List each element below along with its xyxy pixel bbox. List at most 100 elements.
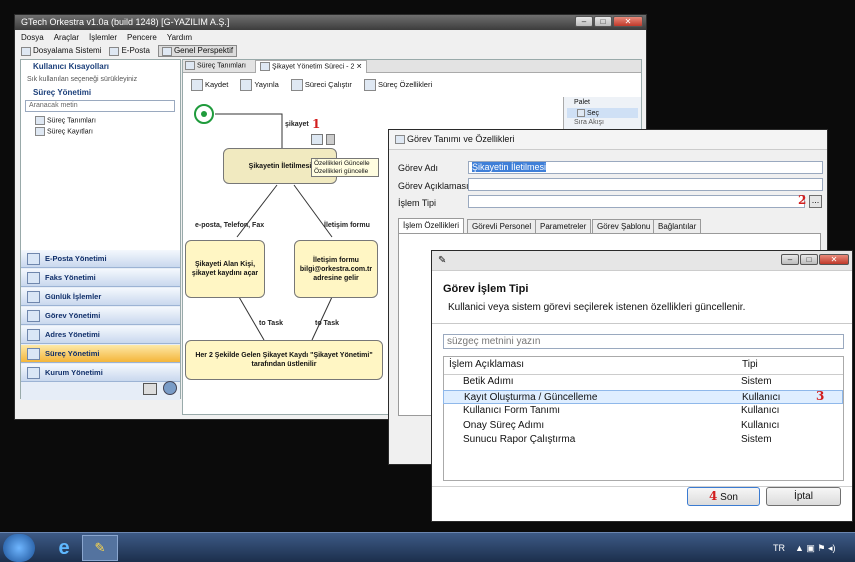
tree-item-surec-tanimlari[interactable]: Süreç Tanımları	[35, 116, 96, 125]
edge-label-left: e-posta, Telefon, Fax	[195, 222, 265, 229]
step-2-marker: 2	[798, 193, 807, 207]
type-input[interactable]	[468, 195, 805, 208]
ok-label: Son	[720, 492, 738, 503]
menu-islemler[interactable]: İşlemler	[89, 33, 117, 42]
node-left[interactable]: Şikayeti Alan Kişi, şikayet kaydını açar	[185, 240, 265, 298]
process-record-icon	[35, 127, 45, 136]
nav-kurum[interactable]: Kurum Yönetimi	[21, 364, 180, 382]
tab-surec-tanimlari[interactable]: Süreç Tanımları	[185, 61, 246, 70]
nav-surec[interactable]: Süreç Yönetimi	[21, 345, 180, 363]
list-row[interactable]: Sunucu Rapor Çalıştırma Sistem	[443, 433, 843, 447]
tab-sikayet-surec[interactable]: Şikayet Yönetim Süreci - 2 ✕	[255, 60, 368, 73]
col-header-type[interactable]: Tipi	[742, 359, 758, 370]
edit-props-icon[interactable]	[311, 134, 323, 145]
node-bottom-line1: Her 2 Şekilde Gelen Şikayet Kaydı "Şikay…	[195, 352, 373, 359]
menu-pencere[interactable]: Pencere	[127, 33, 157, 42]
col-header-name[interactable]: İşlem Açıklaması	[449, 359, 524, 370]
gorev-title-bar[interactable]: Görev Tanımı ve Özellikleri	[389, 130, 827, 150]
app-taskbar-icon[interactable]: ✎	[82, 535, 118, 561]
user-icon[interactable]	[163, 381, 177, 395]
properties-button[interactable]: Süreç Özellikleri	[363, 79, 432, 91]
cancel-button[interactable]: İptal	[766, 487, 841, 506]
tab-gorevli-personel[interactable]: Görevli Personel	[467, 219, 537, 233]
list-row[interactable]: Onay Süreç Adımı Kullanıcı	[443, 419, 843, 433]
menu-araclar[interactable]: Araçlar	[54, 33, 79, 42]
editor-tab-bar: Süreç Tanımları Şikayet Yönetim Süreci -…	[183, 60, 641, 73]
islem-title-bar[interactable]: ✎ – □ ✕	[432, 251, 852, 271]
desc-input[interactable]	[468, 178, 823, 191]
edge-right	[293, 184, 333, 238]
delete-icon[interactable]	[326, 134, 335, 145]
run-button[interactable]: Süreci Çalıştır	[290, 79, 352, 91]
tab-parametreler[interactable]: Parametreler	[535, 219, 592, 233]
tree-item-surec-kayitlari[interactable]: Süreç Kayıtları	[35, 127, 93, 136]
nav-label: Görev Yönetimi	[45, 311, 101, 320]
list-row[interactable]: Kullanıcı Form Tanımı Kullanıcı	[443, 404, 843, 418]
edge-left-bottom	[238, 296, 265, 341]
process-header[interactable]: Süreç Yönetimi	[33, 88, 91, 97]
perspective-button[interactable]: Genel Perspektif	[157, 45, 238, 57]
tray-icons[interactable]: ▲ ▣ ⚑ ◂)	[795, 543, 836, 554]
palette-more[interactable]: Sıra Akışı	[564, 118, 641, 127]
nav-label: Faks Yönetimi	[45, 273, 96, 282]
browse-button[interactable]: ...	[809, 195, 822, 208]
address-book-icon	[27, 329, 40, 341]
name-input[interactable]: Şikayetin İletilmesi	[468, 161, 823, 174]
node-main-label: Şikayetin İletilmesi	[248, 162, 312, 170]
list-row[interactable]: Kayıt Oluşturma / Güncelleme Kullanıcı	[443, 389, 843, 404]
islem-minimize-button[interactable]: –	[781, 254, 799, 265]
shortcuts-hint: Sık kullanılan seçeneği sürükleyiniz	[27, 76, 138, 83]
tab-islem-ozellikleri[interactable]: İşlem Özellikleri	[398, 218, 465, 233]
nav-panel: E-Posta Yönetimi Faks Yönetimi Günlük İş…	[21, 250, 180, 400]
maximize-button[interactable]: □	[594, 16, 612, 27]
islem-maximize-button[interactable]: □	[800, 254, 818, 265]
ok-button[interactable]: 4 Son	[687, 487, 760, 506]
tree-label: Süreç Tanımları	[47, 117, 96, 125]
pencil-icon: ✎	[438, 255, 447, 266]
row-name: Sunucu Rapor Çalıştırma	[463, 434, 576, 445]
minimize-button[interactable]: –	[575, 16, 593, 27]
menu-dosya[interactable]: Dosya	[21, 33, 44, 42]
menu-yardim[interactable]: Yardım	[167, 33, 192, 42]
nav-faks[interactable]: Faks Yönetimi	[21, 269, 180, 287]
search-input[interactable]: Aranacak metin	[25, 100, 175, 112]
palette-select[interactable]: Seç	[567, 108, 638, 118]
nav-gunluk[interactable]: Günlük İşlemler	[21, 288, 180, 306]
row-name: Kayıt Oluşturma / Güncelleme	[464, 391, 598, 403]
save-button[interactable]: Kaydet	[191, 79, 228, 91]
nav-gorev[interactable]: Görev Yönetimi	[21, 307, 180, 325]
nav-eposta[interactable]: E-Posta Yönetimi	[21, 250, 180, 268]
process-icon	[27, 348, 40, 360]
ie-taskbar-icon[interactable]: e	[52, 536, 76, 560]
perspective-icon	[161, 46, 172, 56]
menu-bar: Dosya Araçlar İşlemler Pencere Yardım	[16, 31, 645, 44]
node-right[interactable]: İletişim formu bilgi@orkestra.com.tr adr…	[294, 240, 378, 298]
shortcuts-header[interactable]: Kullanıcı Kısayolları	[33, 62, 109, 71]
organization-icon	[27, 367, 40, 379]
node-right-label: İletişim formu bilgi@orkestra.com.tr adr…	[299, 256, 373, 282]
taskbar: e ✎ TR ▲ ▣ ⚑ ◂)	[0, 532, 855, 562]
docs-button[interactable]: Dosyalama Sistemi	[21, 46, 101, 56]
book-icon[interactable]	[143, 383, 157, 395]
start-button[interactable]	[3, 534, 35, 562]
main-title-bar[interactable]: GTech Orkestra v1.0a (build 1248) [G-YAZ…	[15, 15, 646, 30]
filter-input[interactable]: süzgeç metnini yazın	[443, 334, 844, 349]
desc-label: Görev Açıklaması	[398, 181, 469, 191]
row-type: Kullanıcı	[741, 419, 780, 431]
main-toolbar: Dosyalama Sistemi E-Posta Genel Perspekt…	[16, 44, 645, 58]
node-bottom[interactable]: Her 2 Şekilde Gelen Şikayet Kaydı "Şikay…	[185, 340, 383, 380]
perspective-label: Genel Perspektif	[173, 46, 234, 56]
tab-baglantilar[interactable]: Bağlantılar	[653, 219, 702, 233]
tooltip-title: Özellikleri Güncelle	[314, 160, 370, 167]
nav-adres[interactable]: Adres Yönetimi	[21, 326, 180, 344]
islem-close-button[interactable]: ✕	[819, 254, 849, 265]
publish-button[interactable]: Yayınla	[240, 79, 279, 91]
nav-label: E-Posta Yönetimi	[45, 254, 107, 263]
row-name: Kullanıcı Form Tanımı	[463, 405, 561, 416]
close-button[interactable]: ✕	[613, 16, 643, 27]
email-button[interactable]: E-Posta	[109, 46, 150, 56]
tab-gorev-sablonu[interactable]: Görev Şablonu	[592, 219, 656, 233]
nav-label: Adres Yönetimi	[45, 330, 100, 339]
list-row[interactable]: Betik Adımı Sistem	[443, 375, 843, 389]
language-indicator[interactable]: TR	[773, 543, 785, 553]
